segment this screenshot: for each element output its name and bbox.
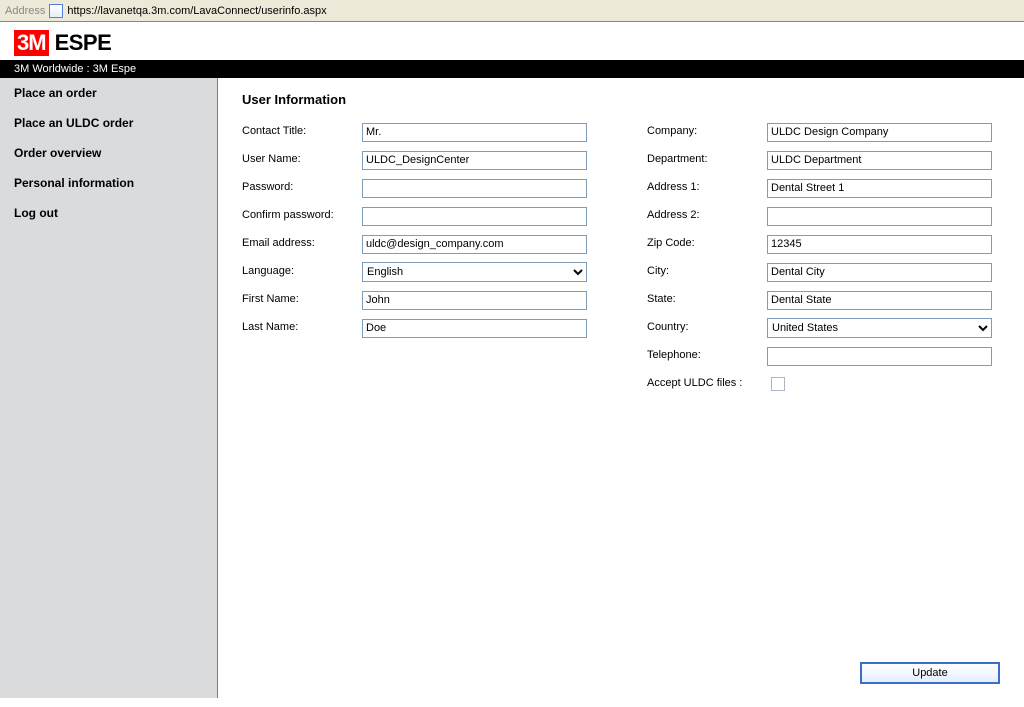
input-confirm-password[interactable] (362, 207, 587, 226)
input-department[interactable] (767, 151, 992, 170)
body-area: Place an order Place an ULDC order Order… (0, 78, 1024, 698)
page-title: User Information (242, 92, 1000, 107)
label-password: Password: (242, 181, 362, 194)
checkbox-accept-uldc[interactable] (771, 377, 785, 391)
sidebar-item-personal-information[interactable]: Personal information (0, 168, 217, 198)
input-telephone[interactable] (767, 347, 992, 366)
label-user-name: User Name: (242, 153, 362, 166)
input-address2[interactable] (767, 207, 992, 226)
label-telephone: Telephone: (647, 349, 767, 362)
input-password[interactable] (362, 179, 587, 198)
logo-3m: 3M (14, 30, 49, 56)
logo-espe: ESPE (55, 30, 112, 56)
label-zip: Zip Code: (647, 237, 767, 250)
label-first-name: First Name: (242, 293, 362, 306)
label-state: State: (647, 293, 767, 306)
form-column-right: Company: Department: Address 1: Address … (647, 121, 992, 401)
input-first-name[interactable] (362, 291, 587, 310)
input-contact-title[interactable] (362, 123, 587, 142)
label-accept-uldc: Accept ULDC files : (647, 377, 767, 390)
input-zip[interactable] (767, 235, 992, 254)
input-address1[interactable] (767, 179, 992, 198)
input-city[interactable] (767, 263, 992, 282)
update-button[interactable]: Update (860, 662, 1000, 684)
label-city: City: (647, 265, 767, 278)
label-department: Department: (647, 153, 767, 166)
header: 3M ESPE (0, 22, 1024, 60)
label-address1: Address 1: (647, 181, 767, 194)
label-language: Language: (242, 265, 362, 278)
worldwide-bar: 3M Worldwide : 3M Espe (0, 60, 1024, 78)
label-country: Country: (647, 321, 767, 334)
input-user-name[interactable] (362, 151, 587, 170)
page-icon (49, 4, 63, 18)
sidebar: Place an order Place an ULDC order Order… (0, 78, 218, 698)
label-confirm-password: Confirm password: (242, 209, 362, 222)
address-url[interactable]: https://lavanetqa.3m.com/LavaConnect/use… (67, 5, 326, 17)
logo: 3M ESPE (14, 30, 111, 56)
select-language[interactable]: English (362, 262, 587, 282)
address-label: Address (5, 5, 45, 17)
input-email[interactable] (362, 235, 587, 254)
form-columns: Contact Title: User Name: Password: Conf… (242, 121, 1000, 401)
label-email: Email address: (242, 237, 362, 250)
form-column-left: Contact Title: User Name: Password: Conf… (242, 121, 587, 401)
label-address2: Address 2: (647, 209, 767, 222)
input-last-name[interactable] (362, 319, 587, 338)
sidebar-item-place-order[interactable]: Place an order (0, 78, 217, 108)
label-last-name: Last Name: (242, 321, 362, 334)
input-state[interactable] (767, 291, 992, 310)
main-content: User Information Contact Title: User Nam… (218, 78, 1024, 698)
sidebar-item-place-uldc-order[interactable]: Place an ULDC order (0, 108, 217, 138)
sidebar-item-log-out[interactable]: Log out (0, 198, 217, 228)
label-contact-title: Contact Title: (242, 125, 362, 138)
sidebar-item-order-overview[interactable]: Order overview (0, 138, 217, 168)
browser-address-bar: Address https://lavanetqa.3m.com/LavaCon… (0, 0, 1024, 22)
label-company: Company: (647, 125, 767, 138)
select-country[interactable]: United States (767, 318, 992, 338)
input-company[interactable] (767, 123, 992, 142)
